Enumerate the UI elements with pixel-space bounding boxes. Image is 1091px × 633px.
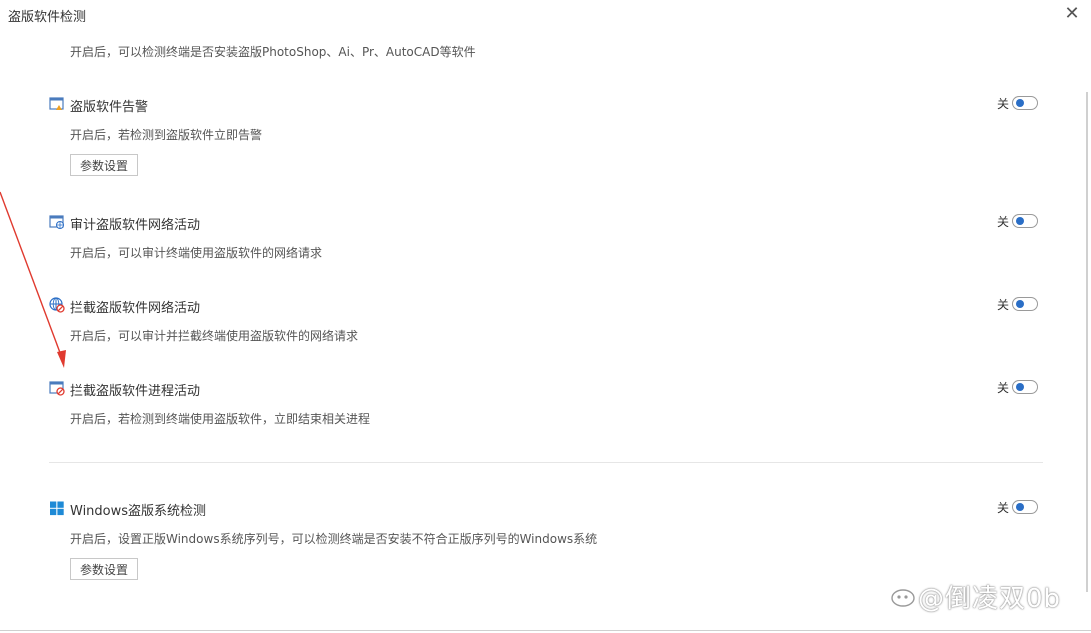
- switch-state-label: 关: [997, 500, 1010, 515]
- process-block-icon: [49, 381, 65, 396]
- toggle-knob: [1016, 99, 1025, 107]
- switch-state-label: 关: [997, 214, 1010, 229]
- setting-title: 拦截盗版软件网络活动: [70, 301, 201, 316]
- toggle-switch[interactable]: [1012, 380, 1039, 394]
- setting-title: Windows盗版系统检测: [70, 504, 207, 519]
- toggle-switch[interactable]: [1012, 500, 1039, 514]
- switch-state-label: 关: [997, 380, 1010, 395]
- setting-title: 审计盗版软件网络活动: [70, 218, 201, 233]
- toggle-block-network[interactable]: 关: [997, 295, 1039, 313]
- toggle-audit-network[interactable]: 关: [997, 212, 1039, 230]
- section-description: 开启后，可以检测终端是否安装盗版PhotoShop、Ai、Pr、AutoCAD等…: [70, 45, 476, 59]
- toggle-piracy-alert[interactable]: 关: [997, 94, 1039, 112]
- scrollbar[interactable]: [1086, 92, 1088, 592]
- close-icon[interactable]: ✕: [1063, 5, 1081, 23]
- setting-description: 开启后，若检测到盗版软件立即告警: [70, 128, 263, 142]
- parameter-settings-button[interactable]: 参数设置: [70, 558, 139, 580]
- setting-title: 盗版软件告警: [70, 100, 149, 115]
- parameter-settings-button[interactable]: 参数设置: [70, 154, 139, 176]
- switch-state-label: 关: [997, 96, 1010, 111]
- setting-description: 开启后，可以审计并拦截终端使用盗版软件的网络请求: [70, 329, 359, 343]
- toggle-knob: [1016, 383, 1025, 391]
- setting-title: 拦截盗版软件进程活动: [70, 384, 201, 399]
- setting-description: 开启后，若检测到终端使用盗版软件，立即结束相关进程: [70, 412, 371, 426]
- toggle-windows-piracy[interactable]: 关: [997, 498, 1039, 516]
- toggle-switch[interactable]: [1012, 297, 1039, 311]
- toggle-switch[interactable]: [1012, 214, 1039, 228]
- setting-description: 开启后，设置正版Windows系统序列号，可以检测终端是否安装不符合正版序列号的…: [70, 532, 598, 546]
- watermark-logo-icon: [891, 589, 915, 607]
- toggle-knob: [1016, 503, 1025, 511]
- section-divider: [49, 462, 1043, 463]
- annotation-arrow-icon: [0, 191, 66, 368]
- switch-state-label: 关: [997, 297, 1010, 312]
- watermark-text: @倒凌双0b: [918, 584, 1062, 614]
- toggle-knob: [1016, 300, 1025, 308]
- windows-logo-icon: [50, 501, 64, 516]
- setting-description: 开启后，可以审计终端使用盗版软件的网络请求: [70, 246, 323, 260]
- toggle-block-process[interactable]: 关: [997, 378, 1039, 396]
- bottom-border: [0, 630, 1091, 631]
- toggle-switch[interactable]: [1012, 96, 1039, 110]
- toggle-knob: [1016, 217, 1025, 225]
